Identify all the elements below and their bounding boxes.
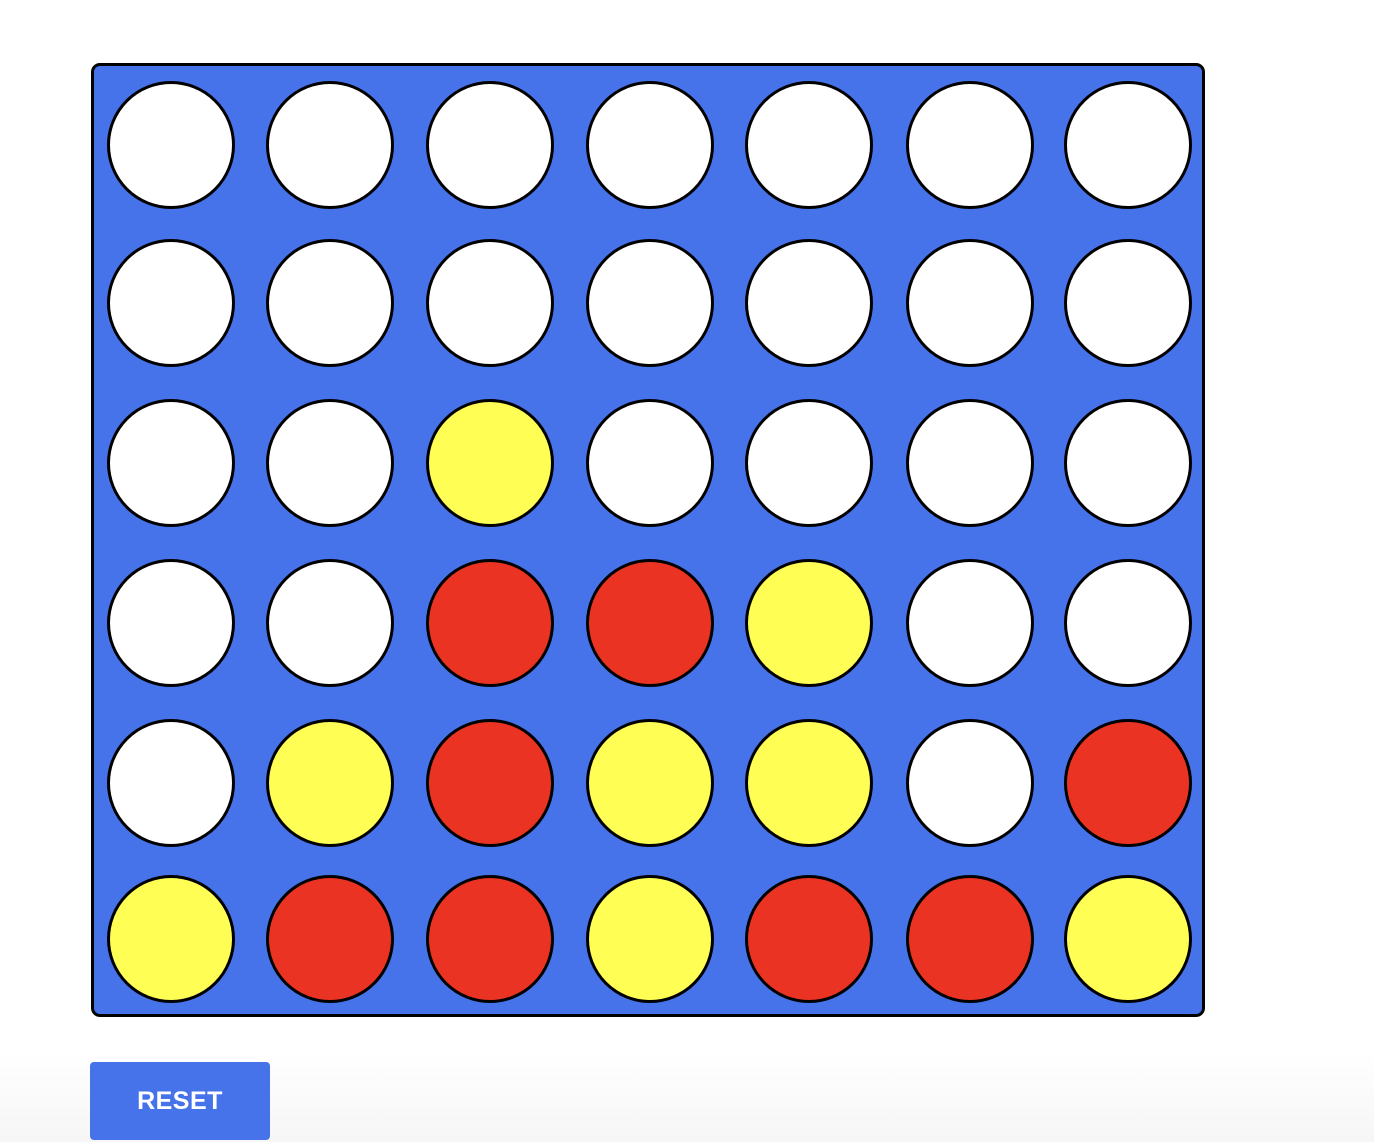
board-cell-r6-c6-red[interactable] (906, 875, 1034, 1003)
board-cell-r2-c3-empty[interactable] (426, 239, 554, 367)
board-cell-r6-c7-yellow[interactable] (1064, 875, 1192, 1003)
board-cell-r4-c3-red[interactable] (426, 559, 554, 687)
board-cell-r1-c4-empty[interactable] (586, 81, 714, 209)
board-cell-r2-c4-empty[interactable] (586, 239, 714, 367)
board-cell-r4-c6-empty[interactable] (906, 559, 1034, 687)
board-cell-r5-c2-yellow[interactable] (266, 719, 394, 847)
board-cell-r6-c4-yellow[interactable] (586, 875, 714, 1003)
board-cell-r1-c5-empty[interactable] (745, 81, 873, 209)
board-cell-r4-c7-empty[interactable] (1064, 559, 1192, 687)
board-cell-r4-c2-empty[interactable] (266, 559, 394, 687)
board-cell-r2-c6-empty[interactable] (906, 239, 1034, 367)
board-cell-r1-c3-empty[interactable] (426, 81, 554, 209)
board-cell-r3-c6-empty[interactable] (906, 399, 1034, 527)
board-cell-r1-c1-empty[interactable] (107, 81, 235, 209)
board-cell-r2-c5-empty[interactable] (745, 239, 873, 367)
board-cell-r2-c2-empty[interactable] (266, 239, 394, 367)
board-cell-r6-c3-red[interactable] (426, 875, 554, 1003)
board-cell-r5-c4-yellow[interactable] (586, 719, 714, 847)
reset-button[interactable]: RESET (90, 1062, 270, 1140)
board-cell-r3-c2-empty[interactable] (266, 399, 394, 527)
board-cell-r3-c5-empty[interactable] (745, 399, 873, 527)
board-cell-r6-c5-red[interactable] (745, 875, 873, 1003)
board-cell-r5-c5-yellow[interactable] (745, 719, 873, 847)
board-cell-r4-c1-empty[interactable] (107, 559, 235, 687)
board-cell-r4-c5-yellow[interactable] (745, 559, 873, 687)
board-cell-r3-c4-empty[interactable] (586, 399, 714, 527)
board-cell-r5-c6-empty[interactable] (906, 719, 1034, 847)
connect-four-board (91, 63, 1205, 1017)
board-cell-r3-c7-empty[interactable] (1064, 399, 1192, 527)
board-cell-r2-c1-empty[interactable] (107, 239, 235, 367)
board-cell-r2-c7-empty[interactable] (1064, 239, 1192, 367)
board-cell-r3-c3-yellow[interactable] (426, 399, 554, 527)
board-cell-r1-c7-empty[interactable] (1064, 81, 1192, 209)
board-cell-r1-c6-empty[interactable] (906, 81, 1034, 209)
board-cell-r5-c1-empty[interactable] (107, 719, 235, 847)
board-cell-r4-c4-red[interactable] (586, 559, 714, 687)
board-cell-r1-c2-empty[interactable] (266, 81, 394, 209)
board-cell-r5-c7-red[interactable] (1064, 719, 1192, 847)
game-page: RESET (0, 0, 1374, 1142)
board-cell-r5-c3-red[interactable] (426, 719, 554, 847)
board-cell-r3-c1-empty[interactable] (107, 399, 235, 527)
board-cell-r6-c1-yellow[interactable] (107, 875, 235, 1003)
board-cell-r6-c2-red[interactable] (266, 875, 394, 1003)
